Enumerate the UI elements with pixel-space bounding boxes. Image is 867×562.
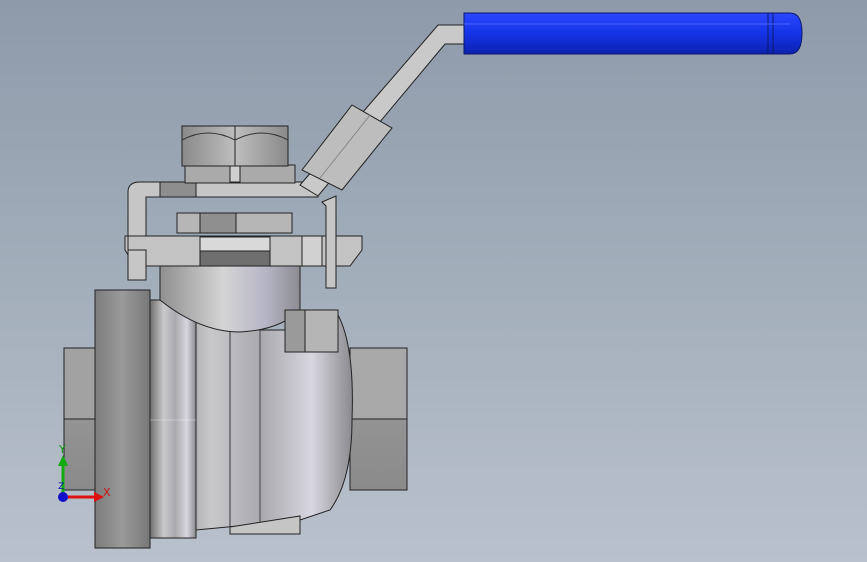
z-axis-dot [58,492,68,502]
z-axis-label: Z [58,482,65,492]
x-axis-label: X [103,486,111,499]
stem-nut [181,125,296,184]
valve-model[interactable] [0,0,867,562]
handle-grip [463,12,803,55]
lever-arm [299,24,467,197]
left-flange [94,289,197,549]
y-axis-label: Y [59,443,66,456]
right-end-port [349,347,408,491]
packing-nut [176,212,293,234]
cad-viewport[interactable]: Y X Z [0,0,867,562]
